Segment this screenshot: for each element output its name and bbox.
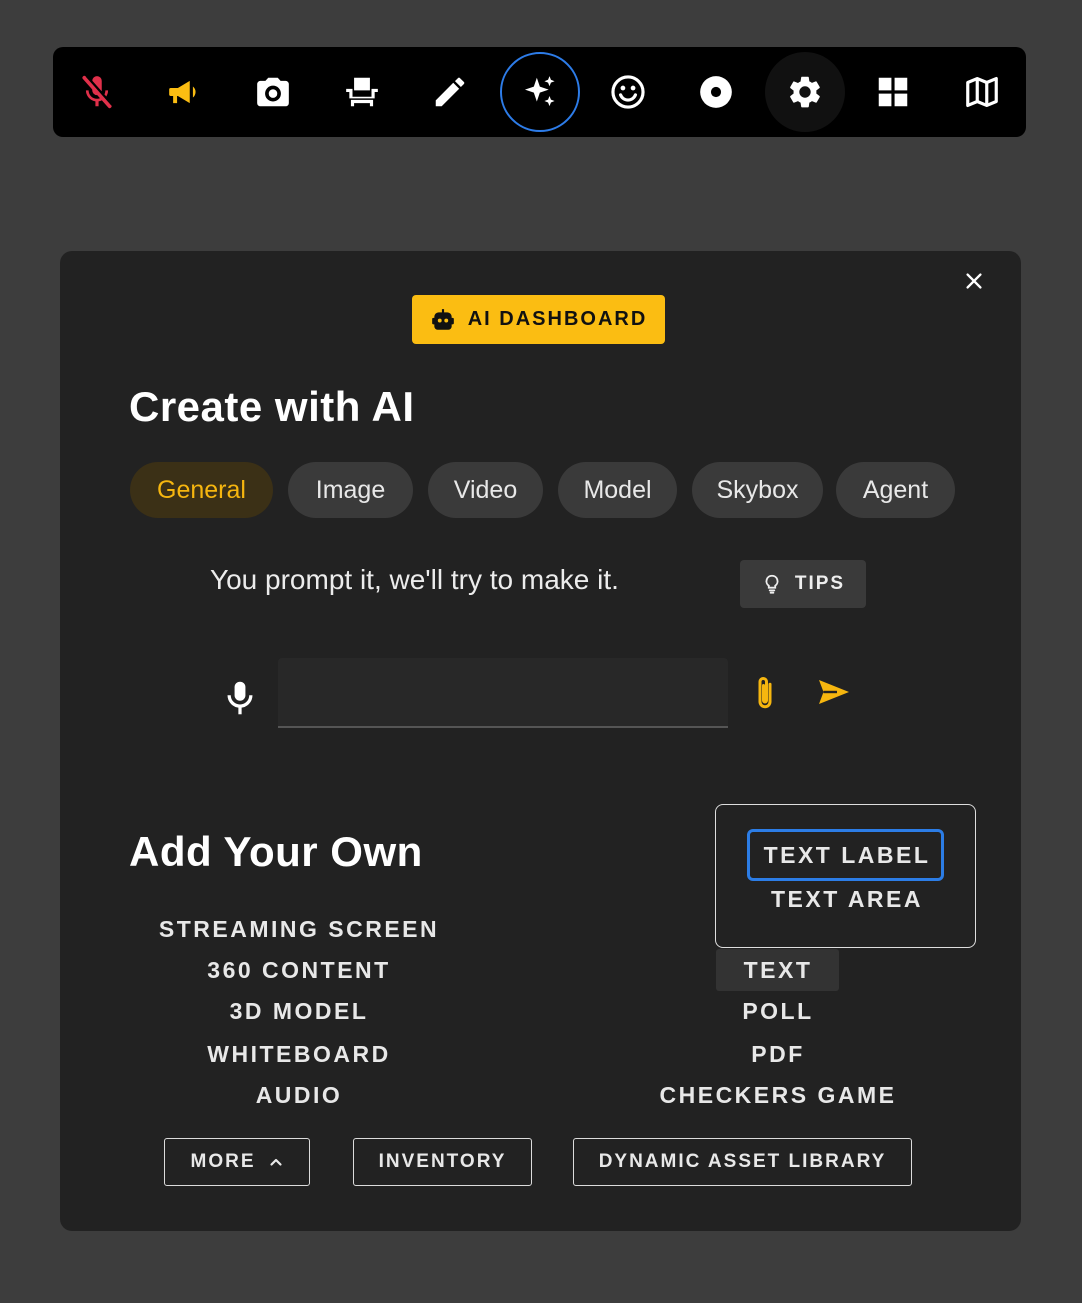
tips-label: TIPS xyxy=(794,573,846,594)
text-item[interactable]: TEXT xyxy=(744,957,813,984)
create-with-ai-title: Create with AI xyxy=(129,383,415,430)
pdf-item[interactable]: PDF xyxy=(751,1041,805,1068)
microphone-icon[interactable] xyxy=(223,679,257,717)
ai-dashboard-panel: AI DASHBOARD Create with AI General Imag… xyxy=(60,251,1021,1231)
emoji-button[interactable] xyxy=(588,52,668,132)
tab-general[interactable]: General xyxy=(130,462,273,518)
dynamic-asset-library-button[interactable]: DYNAMIC ASSET LIBRARY xyxy=(573,1138,912,1186)
tab-video[interactable]: Video xyxy=(428,462,543,518)
map-icon xyxy=(966,76,998,108)
tab-agent[interactable]: Agent xyxy=(836,462,955,518)
streaming-screen-item[interactable]: STREAMING SCREEN xyxy=(159,916,439,943)
ai-dashboard-label: AI DASHBOARD xyxy=(467,308,648,330)
camera-icon xyxy=(257,77,289,107)
3d-model-item[interactable]: 3D MODEL xyxy=(230,998,369,1025)
record-icon xyxy=(700,76,732,108)
draw-button[interactable] xyxy=(410,52,490,132)
gear-icon xyxy=(790,76,820,108)
text-area-option[interactable]: TEXT AREA xyxy=(771,886,923,913)
apps-button[interactable] xyxy=(853,52,933,132)
text-label-option[interactable]: TEXT LABEL xyxy=(764,842,931,869)
mute-mic-button[interactable] xyxy=(57,52,137,132)
ai-button[interactable] xyxy=(500,52,580,132)
360-content-item[interactable]: 360 CONTENT xyxy=(207,957,390,984)
ai-tabs: General Image Video Model Skybox Agent xyxy=(60,462,1021,520)
megaphone-icon xyxy=(169,80,196,104)
checkers-game-item[interactable]: CHECKERS GAME xyxy=(660,1082,897,1109)
prompt-hint: You prompt it, we'll try to make it. xyxy=(210,564,619,595)
tab-image[interactable]: Image xyxy=(288,462,413,518)
seat-button[interactable] xyxy=(322,52,402,132)
smiley-icon xyxy=(611,75,645,109)
audio-item[interactable]: AUDIO xyxy=(256,1082,343,1109)
camera-button[interactable] xyxy=(233,52,313,132)
whiteboard-item[interactable]: WHITEBOARD xyxy=(207,1041,390,1068)
tips-button[interactable]: TIPS xyxy=(740,560,866,608)
muted-mic-icon xyxy=(82,75,113,109)
more-label: MORE xyxy=(190,1151,256,1172)
lightbulb-icon xyxy=(765,574,779,594)
grid-icon xyxy=(878,77,908,107)
paperclip-icon[interactable] xyxy=(749,673,781,713)
add-your-own-title: Add Your Own xyxy=(129,828,423,875)
inventory-button[interactable]: INVENTORY xyxy=(353,1138,532,1186)
pencil-icon xyxy=(435,77,465,107)
chevron-up-icon xyxy=(269,1158,282,1166)
send-icon[interactable] xyxy=(816,674,852,710)
inventory-label: INVENTORY xyxy=(378,1151,507,1172)
close-button[interactable] xyxy=(958,265,990,297)
close-icon xyxy=(966,273,982,289)
tab-skybox[interactable]: Skybox xyxy=(692,462,823,518)
dynamic-asset-library-label: DYNAMIC ASSET LIBRARY xyxy=(598,1151,887,1172)
more-button[interactable]: MORE xyxy=(164,1138,310,1186)
announce-button[interactable] xyxy=(145,52,225,132)
tab-model[interactable]: Model xyxy=(558,462,677,518)
record-button[interactable] xyxy=(676,52,756,132)
robot-icon xyxy=(431,308,454,330)
ai-sparkles-icon xyxy=(524,76,555,107)
poll-item[interactable]: POLL xyxy=(742,998,813,1025)
seat-icon xyxy=(346,77,378,107)
top-toolbar xyxy=(53,47,1026,137)
settings-button[interactable] xyxy=(765,52,845,132)
map-button[interactable] xyxy=(942,52,1022,132)
ai-dashboard-badge: AI DASHBOARD xyxy=(412,295,665,344)
prompt-input[interactable] xyxy=(278,658,728,728)
